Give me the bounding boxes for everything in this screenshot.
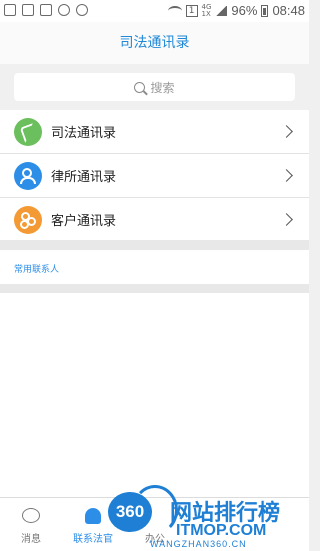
notification-icons	[4, 4, 88, 16]
page-title: 司法通讯录	[0, 22, 309, 64]
list-item-client-directory[interactable]: 客户通讯录	[0, 198, 309, 241]
list-item-label: 司法通讯录	[51, 126, 117, 141]
frequent-contacts-list	[0, 293, 309, 497]
frequent-contacts-section: 常用联系人	[0, 250, 309, 284]
clock: 08:48	[272, 3, 305, 18]
network-bottom: 1X	[201, 9, 211, 18]
directory-list: 司法通讯录 律所通讯录 客户通讯录	[0, 110, 309, 241]
search-placeholder: 搜索	[150, 80, 175, 95]
person-icon	[14, 161, 42, 190]
list-item-judicial-directory[interactable]: 司法通讯录	[0, 110, 309, 154]
battery-icon	[261, 4, 269, 17]
wifi-icon	[167, 5, 182, 16]
sim-icon: 1	[185, 4, 198, 17]
watermark-domain: ITMOP.COM	[176, 522, 267, 539]
tab-label: 消息	[21, 534, 41, 545]
app-icon	[22, 4, 34, 16]
watermark-url: WANGZHAN360.CN	[150, 539, 247, 549]
chevron-right-icon	[280, 169, 293, 182]
gallery-icon	[4, 4, 16, 16]
watermark-logo: 360	[108, 492, 152, 532]
chat-bubble-icon	[22, 508, 40, 523]
network-type: 4G 1X	[201, 3, 212, 18]
globe-icon	[58, 4, 70, 16]
tab-messages[interactable]: 消息	[0, 498, 62, 551]
chevron-right-icon	[280, 125, 293, 138]
sync-icon	[76, 4, 88, 16]
status-bar: 1 4G 1X 96% 08:48	[0, 0, 309, 22]
divider	[0, 240, 309, 250]
battery-percent: 96%	[231, 3, 258, 18]
search-area: 搜索	[0, 64, 309, 110]
search-input[interactable]: 搜索	[14, 73, 295, 101]
signal-icon	[215, 5, 228, 16]
list-item-lawfirm-directory[interactable]: 律所通讯录	[0, 154, 309, 198]
tab-label: 联系法官	[73, 534, 113, 545]
divider	[0, 284, 309, 293]
mail-icon	[40, 4, 52, 16]
contact-icon	[85, 508, 101, 524]
list-item-label: 律所通讯录	[51, 170, 117, 185]
search-icon	[134, 81, 146, 93]
frequent-contacts-title: 常用联系人	[14, 265, 60, 275]
chevron-right-icon	[280, 213, 293, 226]
flower-icon	[14, 205, 42, 234]
list-item-label: 客户通讯录	[51, 214, 117, 229]
phone-icon	[14, 117, 42, 146]
